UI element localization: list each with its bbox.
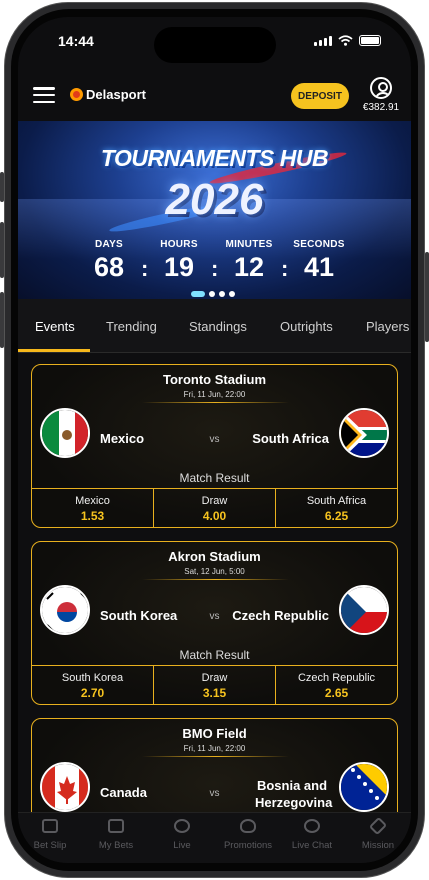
match-venue: Toronto Stadium: [162, 372, 267, 387]
nav-promotions[interactable]: Promotions: [213, 819, 283, 851]
tab-events[interactable]: Events: [35, 319, 75, 334]
countdown-separator: :: [281, 256, 289, 281]
odds-away-button[interactable]: Czech Republic 2.65: [276, 666, 397, 705]
menu-icon[interactable]: [33, 87, 55, 103]
tournaments-banner[interactable]: TOURNAMENTS HUB 2026 DAYS 68 : HOURS 19 …: [18, 121, 411, 299]
carousel-dots[interactable]: [191, 291, 235, 297]
bet-slip-icon: [42, 819, 58, 833]
canada-flag-icon: [40, 762, 90, 812]
odds-home-button[interactable]: South Korea 2.70: [32, 666, 154, 705]
live-icon: [174, 819, 190, 833]
odds-draw-button[interactable]: Draw 4.00: [154, 489, 276, 528]
nav-bet-slip[interactable]: Bet Slip: [18, 819, 85, 851]
divider: [142, 756, 289, 757]
tab-players[interactable]: Players: [366, 319, 409, 334]
deposit-button[interactable]: DEPOSIT: [291, 83, 349, 109]
status-time: 14:44: [58, 33, 94, 49]
away-team: Bosnia and Herzegovina: [255, 778, 333, 810]
signal-icon: [314, 35, 332, 46]
rocket-icon: [368, 816, 388, 836]
logo-mark-icon: [70, 88, 83, 101]
events-list[interactable]: Toronto Stadium Fri, 11 Jun, 22:00 Mexic…: [18, 354, 411, 814]
carousel-dot[interactable]: [229, 291, 235, 297]
account-button[interactable]: €382.91: [359, 77, 403, 113]
carousel-dot[interactable]: [219, 291, 225, 297]
match-card[interactable]: BMO Field Fri, 11 Jun, 22:00 Canada vs B…: [31, 718, 398, 814]
nav-mission[interactable]: Mission: [343, 816, 411, 851]
volume-down-button: [0, 292, 4, 348]
match-date: Fri, 11 Jun, 22:00: [183, 390, 246, 399]
carousel-dot-active[interactable]: [191, 291, 205, 297]
away-team: South Africa: [252, 431, 329, 446]
my-bets-icon: [108, 819, 124, 833]
nav-live-chat[interactable]: Live Chat: [277, 819, 347, 851]
match-venue: BMO Field: [182, 726, 247, 741]
odds-away-button[interactable]: South Africa 6.25: [276, 489, 397, 528]
account-balance: €382.91: [362, 102, 400, 113]
action-button: [0, 172, 4, 202]
countdown-seconds: SECONDS 41: [293, 239, 345, 282]
dynamic-island: [154, 27, 276, 63]
odds-row: South Korea 2.70 Draw 3.15 Czech Republi…: [32, 665, 397, 705]
match-card[interactable]: Akron Stadium Sat, 12 Jun, 5:00 South Ko…: [31, 541, 398, 705]
user-icon: [370, 77, 392, 99]
carousel-dot[interactable]: [209, 291, 215, 297]
active-tab-indicator: [18, 349, 90, 352]
divider: [142, 402, 289, 403]
app-header: Delasport DEPOSIT €382.91: [18, 75, 411, 121]
odds-row: Mexico 1.53 Draw 4.00 South Africa 6.25: [32, 488, 397, 528]
match-date: Fri, 11 Jun, 22:00: [183, 744, 246, 753]
nav-live[interactable]: Live: [147, 819, 217, 851]
tab-trending[interactable]: Trending: [106, 319, 157, 334]
mexico-flag-icon: [40, 408, 90, 458]
market-label: Match Result: [179, 471, 250, 485]
market-label: Match Result: [179, 648, 250, 662]
banner-title: TOURNAMENTS HUB: [100, 145, 329, 171]
tab-outrights[interactable]: Outrights: [280, 319, 333, 334]
tab-bar: Events Trending Standings Outrights Play…: [18, 299, 411, 353]
south-africa-flag-icon: [339, 408, 389, 458]
countdown-separator: :: [141, 256, 149, 281]
brand-name: Delasport: [86, 87, 146, 102]
power-button: [425, 252, 429, 342]
battery-icon: [359, 35, 381, 46]
tab-standings[interactable]: Standings: [189, 319, 247, 334]
match-card[interactable]: Toronto Stadium Fri, 11 Jun, 22:00 Mexic…: [31, 364, 398, 528]
countdown-days: DAYS 68: [93, 239, 125, 282]
czech-flag-icon: [339, 585, 389, 635]
banner-year: 2026: [165, 175, 264, 224]
app-screen: 14:44 Delasport DEPOSIT €382.91 TOURNAME…: [18, 17, 411, 863]
status-bar: 14:44: [18, 17, 411, 67]
odds-home-button[interactable]: Mexico 1.53: [32, 489, 154, 528]
bosnia-flag-icon: [339, 762, 389, 812]
volume-up-button: [0, 222, 4, 278]
bottom-nav: Bet Slip My Bets Live Promotions Live Ch…: [18, 812, 411, 863]
nav-my-bets[interactable]: My Bets: [81, 819, 151, 851]
match-date: Sat, 12 Jun, 5:00: [184, 567, 245, 576]
promotions-icon: [240, 819, 256, 833]
south-korea-flag-icon: [40, 585, 90, 635]
match-venue: Akron Stadium: [168, 549, 261, 564]
wifi-icon: [338, 35, 353, 46]
countdown-minutes: MINUTES 12: [225, 239, 273, 282]
away-team: Czech Republic: [232, 608, 329, 623]
brand-logo[interactable]: Delasport: [70, 87, 146, 102]
odds-draw-button[interactable]: Draw 3.15: [154, 666, 276, 705]
status-icons: [314, 35, 381, 46]
divider: [142, 579, 289, 580]
countdown-hours: HOURS 19: [160, 239, 198, 282]
countdown-separator: :: [211, 256, 219, 281]
chat-icon: [304, 819, 320, 833]
